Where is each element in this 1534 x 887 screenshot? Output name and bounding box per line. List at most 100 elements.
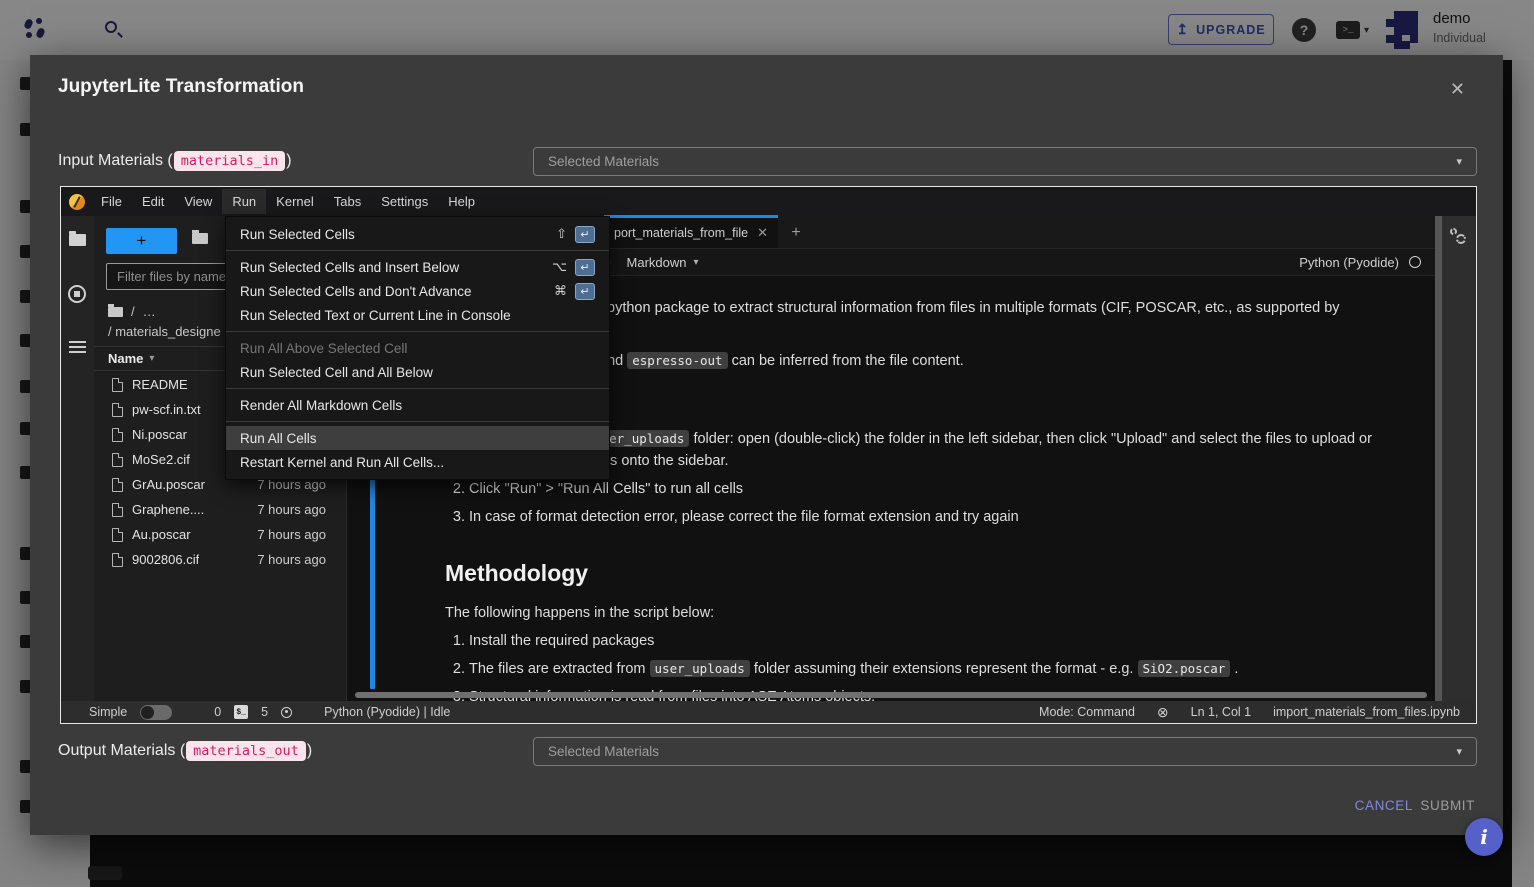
input-materials-label: Input Materials (materials_in) xyxy=(58,151,292,171)
info-button[interactable]: i xyxy=(1465,818,1503,856)
kernel-icon xyxy=(281,707,292,718)
file-row[interactable]: Au.poscar 7 hours ago xyxy=(94,522,346,547)
menu-separator xyxy=(226,388,609,389)
menu-edit[interactable]: Edit xyxy=(132,189,174,214)
notebook-filename: import_materials_from_files.ipynb xyxy=(1273,705,1460,719)
mode-indicator: Mode: Command xyxy=(1039,705,1135,719)
menu-item-run-selected-cell-and-all-below[interactable]: Run Selected Cell and All Below xyxy=(226,360,609,384)
file-icon xyxy=(112,528,123,542)
file-icon xyxy=(112,553,123,567)
chevron-down-icon: ▾ xyxy=(1456,745,1462,758)
terminal-icon: $_ xyxy=(234,705,248,719)
file-modified: 7 hours ago xyxy=(257,527,326,542)
keyboard-shortcut: ⇧↵ xyxy=(556,226,595,243)
menu-view[interactable]: View xyxy=(174,189,222,214)
inline-code: user_uploads xyxy=(650,660,750,677)
run-menu-dropdown: Run Selected Cells⇧↵ Run Selected Cells a… xyxy=(225,216,610,480)
menu-item-render-all-markdown-cells[interactable]: Render All Markdown Cells xyxy=(226,393,609,417)
notebook-tab[interactable]: port_materials_from_file ✕ xyxy=(604,215,778,248)
file-name: Au.poscar xyxy=(132,527,191,542)
file-icon xyxy=(112,428,123,442)
menu-run[interactable]: Run xyxy=(222,189,266,214)
file-name: 9002806.cif xyxy=(132,552,199,567)
breadcrumb[interactable]: / … xyxy=(108,304,156,319)
cell-type-dropdown[interactable]: Markdown ▾ xyxy=(627,255,699,270)
simple-mode-toggle[interactable] xyxy=(140,705,172,720)
jupyterlite-logo-icon xyxy=(69,194,85,210)
inline-code: espresso-out xyxy=(627,352,727,369)
menu-item-run-selected-cells[interactable]: Run Selected Cells⇧↵ xyxy=(226,222,609,246)
menu-item-restart-kernel-and-run-all-cells[interactable]: Restart Kernel and Run All Cells... xyxy=(226,450,609,474)
file-row[interactable]: 9002806.cif 7 hours ago xyxy=(94,547,346,572)
kernels-count: 5 xyxy=(261,705,268,719)
input-materials-select[interactable]: Selected Materials ▾ xyxy=(533,147,1477,176)
property-inspector-icon[interactable] xyxy=(1450,228,1468,246)
keyboard-shortcut: ⌘↵ xyxy=(554,283,595,300)
cursor-position: Ln 1, Col 1 xyxy=(1191,705,1251,719)
file-icon xyxy=(112,453,123,467)
list-item: The files are extracted from user_upload… xyxy=(469,658,1375,680)
jupyter-activity-bar xyxy=(61,216,94,701)
output-materials-select[interactable]: Selected Materials ▾ xyxy=(533,737,1477,766)
file-icon xyxy=(112,403,123,417)
menu-separator xyxy=(226,421,609,422)
file-icon xyxy=(112,478,123,492)
dialog-title: JupyterLite Transformation xyxy=(58,76,304,98)
submit-button[interactable]: SUBMIT xyxy=(1420,798,1475,813)
menu-item-run-selected-cells-and-don-t-advance[interactable]: Run Selected Cells and Don't Advance⌘↵ xyxy=(226,279,609,303)
jupyter-right-sidebar xyxy=(1442,216,1476,701)
file-name: pw-scf.in.txt xyxy=(132,402,201,417)
kernel-name[interactable]: Python (Pyodide) xyxy=(1299,255,1399,270)
menu-item-run-selected-cells-and-insert-below[interactable]: Run Selected Cells and Insert Below⌥↵ xyxy=(226,255,609,279)
menu-settings[interactable]: Settings xyxy=(371,189,438,214)
new-tab-button[interactable]: + xyxy=(784,221,808,245)
table-of-contents-icon[interactable] xyxy=(69,341,86,354)
chevron-down-icon: ▾ xyxy=(694,257,699,268)
markdown-heading: Methodology xyxy=(445,562,1375,584)
jupyterlite-transformation-dialog: JupyterLite Transformation ✕ Input Mater… xyxy=(30,55,1503,835)
file-modified: 7 hours ago xyxy=(257,552,326,567)
menu-item-run-selected-text-or-current-line-in-console[interactable]: Run Selected Text or Current Line in Con… xyxy=(226,303,609,327)
file-row[interactable]: Graphene....7 hours ago xyxy=(94,497,346,522)
jupyter-menubar: FileEditViewRunKernelTabsSettingsHelp xyxy=(61,187,1476,216)
running-sessions-icon[interactable] xyxy=(68,285,86,303)
kernel-status-icon[interactable] xyxy=(1409,256,1421,268)
menu-item-run-all-cells[interactable]: Run All Cells xyxy=(226,426,609,450)
file-name: Graphene.... xyxy=(132,502,204,517)
kernel-status-text: Python (Pyodide) | Idle xyxy=(324,705,450,719)
folder-icon xyxy=(108,307,123,317)
materials-in-code-chip: materials_in xyxy=(174,151,286,171)
file-browser-icon[interactable] xyxy=(69,234,86,246)
screen: ↥ UPGRADE ? >_ ▾ demo Individual Jupyter… xyxy=(0,0,1534,887)
close-icon[interactable]: ✕ xyxy=(1450,79,1465,100)
enter-key-icon: ↵ xyxy=(575,259,595,276)
terminals-count: 0 xyxy=(214,705,221,719)
list-item: In case of format detection error, pleas… xyxy=(469,506,1375,528)
chevron-down-icon: ▾ xyxy=(1456,155,1462,168)
enter-key-icon: ↵ xyxy=(575,283,595,300)
breadcrumb-current-folder[interactable]: / materials_designe xyxy=(108,324,221,339)
markdown-list: Install the required packagesThe files a… xyxy=(469,630,1375,701)
horizontal-scrollbar[interactable] xyxy=(355,692,1427,698)
file-name: README xyxy=(132,377,188,392)
menu-kernel[interactable]: Kernel xyxy=(266,189,324,214)
menu-help[interactable]: Help xyxy=(438,189,485,214)
menu-file[interactable]: File xyxy=(91,189,132,214)
menu-tabs[interactable]: Tabs xyxy=(324,189,371,214)
inline-code: SiO2.poscar xyxy=(1138,660,1231,677)
new-folder-icon[interactable] xyxy=(192,233,208,244)
file-icon xyxy=(112,378,123,392)
file-name: MoSe2.cif xyxy=(132,452,190,467)
trust-shield-icon: ⊗ xyxy=(1157,704,1169,721)
cancel-button[interactable]: CANCEL xyxy=(1355,798,1413,813)
menu-separator xyxy=(226,250,609,251)
markdown-paragraph: The following happens in the script belo… xyxy=(445,602,1375,624)
jupyter-status-bar: Simple 0 $_ 5 Python (Pyodide) | Idle Mo… xyxy=(61,701,1476,723)
file-name: Ni.poscar xyxy=(132,427,187,442)
materials-out-code-chip: materials_out xyxy=(186,741,306,761)
close-tab-icon[interactable]: ✕ xyxy=(757,225,768,241)
file-name: GrAu.poscar xyxy=(132,477,205,492)
vertical-scrollbar[interactable] xyxy=(1435,216,1442,701)
new-launcher-button[interactable]: + xyxy=(106,228,177,254)
list-item: Click "Run" > "Run All Cells" to run all… xyxy=(469,478,1375,500)
